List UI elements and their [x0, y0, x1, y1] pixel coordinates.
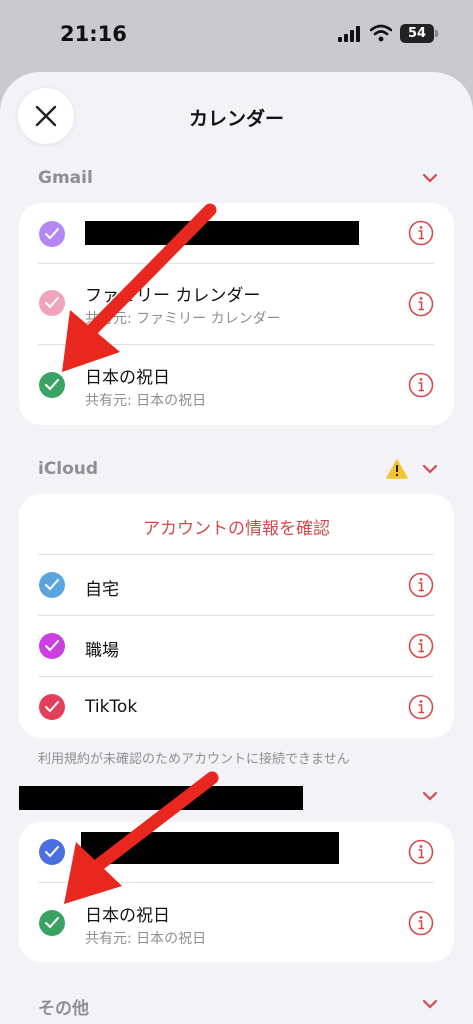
- annotation-arrow-icon: [62, 203, 217, 372]
- annotation-arrows: [62, 203, 219, 904]
- annotation-arrow-icon: [64, 771, 219, 904]
